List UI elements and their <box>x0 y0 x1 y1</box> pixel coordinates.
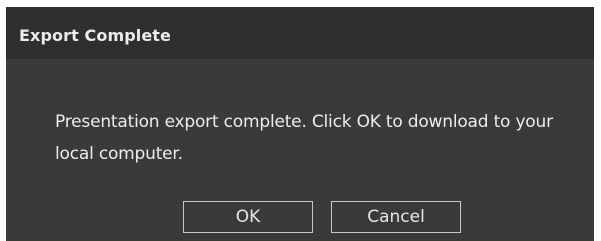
export-complete-dialog: Export Complete Presentation export comp… <box>6 7 594 241</box>
ok-button[interactable]: OK <box>183 201 313 233</box>
dialog-title: Export Complete <box>19 26 171 45</box>
dialog-header: Export Complete <box>6 7 594 59</box>
dialog-message: Presentation export complete. Click OK t… <box>55 112 553 164</box>
cancel-button[interactable]: Cancel <box>331 201 461 233</box>
